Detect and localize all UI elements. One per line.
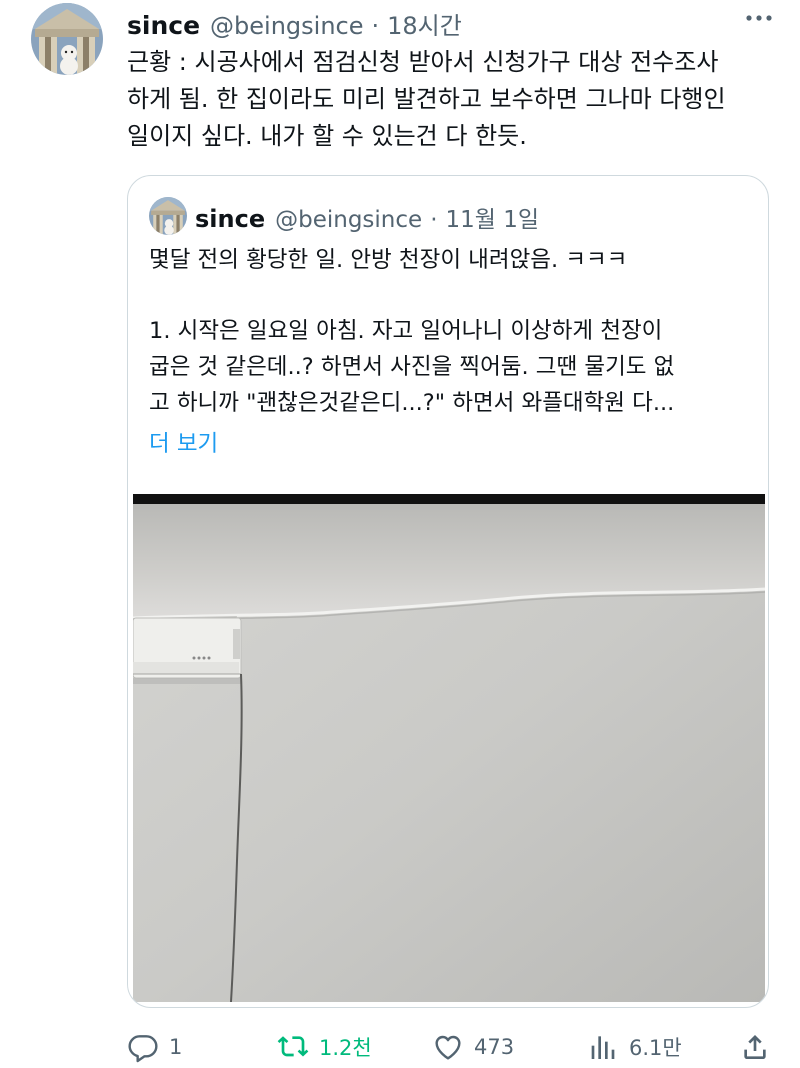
share-icon bbox=[744, 1035, 766, 1059]
quoted-tweet-photo[interactable] bbox=[132, 494, 766, 1003]
reply-count: 1 bbox=[169, 1035, 183, 1059]
quoted-tweet-date[interactable]: 11월 1일 bbox=[446, 200, 540, 234]
tweet-text: 근황 : 시공사에서 점검신청 받아서 신청가구 대상 전수조사 하게 됨. 한… bbox=[127, 44, 777, 155]
quoted-tweet-header: since @beingsince · 11월 1일 bbox=[195, 200, 539, 234]
quoted-author-avatar[interactable] bbox=[149, 197, 187, 235]
separator-dot: · bbox=[430, 207, 438, 233]
author-handle[interactable]: @beingsince bbox=[210, 12, 363, 40]
avatar-image bbox=[149, 197, 187, 235]
retweet-count: 1.2천 bbox=[319, 1036, 372, 1060]
author-avatar[interactable] bbox=[31, 3, 103, 75]
reply-button[interactable]: 1 bbox=[127, 1028, 182, 1066]
retweet-button[interactable]: 1.2천 bbox=[277, 1028, 372, 1066]
tweet-header: since @beingsince · 18시간 bbox=[127, 6, 462, 41]
like-button[interactable]: 473 bbox=[432, 1028, 514, 1066]
avatar-image bbox=[31, 3, 103, 75]
quoted-text-line: 몇달 전의 황당한 일. 안방 천장이 내려앉음. ㅋㅋㅋ bbox=[149, 247, 628, 273]
quoted-author-name[interactable]: since bbox=[195, 205, 265, 233]
views-count: 6.1만 bbox=[629, 1036, 682, 1060]
quoted-tweet-card[interactable]: since @beingsince · 11월 1일 몇달 전의 황당한 일. … bbox=[127, 175, 769, 1008]
quoted-text-line: 고 하니까 "괜찮은것같은디...?" 하면서 와플대학원 다... bbox=[149, 390, 675, 416]
tweet-text-line: 근황 : 시공사에서 점검신청 받아서 신청가구 대상 전수조사 bbox=[127, 48, 719, 76]
views-icon bbox=[591, 1036, 615, 1059]
retweet-icon bbox=[277, 1036, 309, 1057]
separator-dot: · bbox=[371, 12, 380, 40]
tweet-text-line: 일이지 싶다. 내가 할 수 있는건 다 한듯. bbox=[127, 122, 527, 150]
heart-icon bbox=[435, 1035, 461, 1060]
reply-icon bbox=[128, 1035, 158, 1063]
quoted-text-line: 굽은 것 같은데..? 하면서 사진을 찍어둠. 그땐 물기도 없 bbox=[149, 354, 675, 380]
like-count: 473 bbox=[474, 1035, 515, 1059]
tweet-timestamp[interactable]: 18시간 bbox=[387, 6, 462, 41]
more-options-icon[interactable] bbox=[744, 6, 774, 30]
show-more-link[interactable]: 더 보기 bbox=[149, 426, 218, 462]
quoted-text-line: 1. 시작은 일요일 아침. 자고 일어나니 이상하게 천장이 bbox=[149, 318, 663, 344]
quoted-author-handle[interactable]: @beingsince bbox=[275, 207, 422, 233]
author-name[interactable]: since bbox=[127, 11, 200, 40]
share-button[interactable] bbox=[739, 1028, 771, 1066]
quoted-tweet-text: 몇달 전의 황당한 일. 안방 천장이 내려앉음. ㅋㅋㅋ 1. 시작은 일요일… bbox=[149, 242, 749, 421]
tweet-actions-bar: 1 1.2천 473 6.1만 bbox=[127, 1028, 777, 1068]
views-button[interactable]: 6.1만 bbox=[587, 1028, 682, 1066]
tweet-text-line: 하게 됨. 한 집이라도 미리 발견하고 보수하면 그나마 다행인 bbox=[127, 85, 726, 113]
ceiling-sag-photo bbox=[132, 494, 766, 1003]
